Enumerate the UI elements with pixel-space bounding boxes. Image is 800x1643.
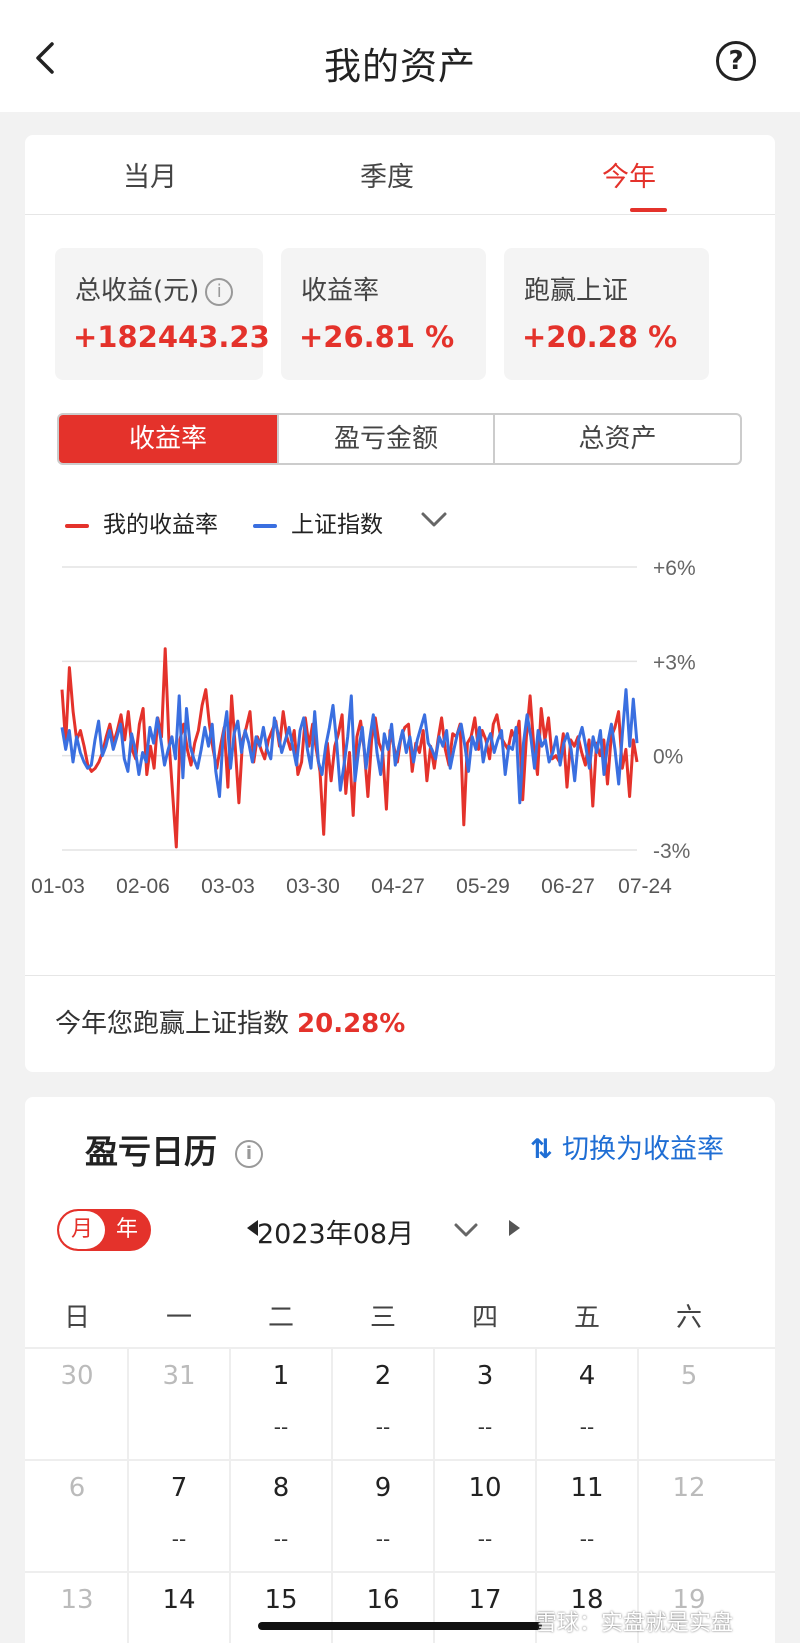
x-tick-label: 07-24 xyxy=(618,875,672,898)
calendar-title: 盈亏日历 xyxy=(85,1132,217,1171)
calendar-day[interactable]: 13 xyxy=(25,1585,129,1615)
calendar-day[interactable]: 9 xyxy=(331,1473,435,1503)
weekday-label: 二 xyxy=(267,1303,294,1333)
calendar-day[interactable]: 8 xyxy=(229,1473,333,1503)
swap-arrows-icon: ⇅ xyxy=(530,1134,563,1165)
weekday-label: 四 xyxy=(471,1303,498,1333)
chart-mode-segment: 收益率 盈亏金额 总资产 xyxy=(57,413,742,465)
y-tick-label: 0% xyxy=(653,746,683,769)
calendar-day[interactable]: 2 xyxy=(331,1361,435,1391)
watermark: 雪球：实盘就是实盘 xyxy=(535,1611,734,1636)
stat-label: 总收益(元) xyxy=(75,276,200,306)
beat-index-value: 20.28% xyxy=(297,1009,406,1039)
legend-mine: 我的收益率 xyxy=(65,505,218,539)
weekday-label: 三 xyxy=(369,1303,396,1333)
help-icon[interactable]: ? xyxy=(716,41,756,81)
info-icon[interactable]: i xyxy=(205,277,234,306)
stat-value: +26.81 % xyxy=(299,320,455,354)
calendar-day-value: -- xyxy=(375,1527,391,1551)
calendar-day[interactable]: 11 xyxy=(535,1473,639,1503)
next-month-icon[interactable] xyxy=(509,1220,520,1236)
x-tick-label: 03-30 xyxy=(286,875,340,898)
legend-line xyxy=(253,523,277,528)
profit-calendar-card: 盈亏日历 i ⇅ 切换为收益率 月 年 2023年08月 日一二三四五六 30 31… xyxy=(25,1097,775,1643)
x-tick-label: 05-29 xyxy=(456,875,510,898)
y-tick-label: -3% xyxy=(653,840,690,863)
calendar-day-value: -- xyxy=(375,1415,391,1439)
x-tick-label: 06-27 xyxy=(541,875,595,898)
segment-profit-amount[interactable]: 盈亏金额 xyxy=(279,415,493,463)
return-chart: +6% +3% 0% -3% 01-03 02-06 03-03 03-30 04-27 05-2… xyxy=(31,557,696,898)
calendar-day-value: -- xyxy=(171,1527,187,1551)
calendar-day[interactable]: 31 xyxy=(127,1361,231,1391)
x-tick-label: 03-03 xyxy=(201,875,255,898)
stat-total-profit: 总收益(元) i +182443.23 xyxy=(55,248,270,380)
stat-label: 跑赢上证 xyxy=(524,276,629,306)
legend-index: 上证指数 xyxy=(253,505,383,539)
calendar-day-value: -- xyxy=(579,1415,595,1439)
stat-beat-index: 跑赢上证 +20.28 % xyxy=(504,248,709,380)
active-tab-indicator xyxy=(630,208,667,212)
weekday-label: 一 xyxy=(165,1303,192,1333)
y-tick-label: +3% xyxy=(653,651,696,674)
calendar-day[interactable]: 10 xyxy=(433,1473,537,1503)
top-bar: 我的资产 ? xyxy=(0,0,800,112)
switch-to-rate-button[interactable]: ⇅ 切换为收益率 xyxy=(530,1127,724,1166)
info-icon[interactable]: i xyxy=(235,1139,263,1168)
calendar-day[interactable]: 30 xyxy=(25,1361,129,1391)
home-indicator xyxy=(258,1622,542,1630)
x-tick-label: 02-06 xyxy=(116,875,170,898)
calendar-day[interactable]: 12 xyxy=(637,1473,741,1503)
weekday-label: 日 xyxy=(63,1303,90,1333)
tab-quarter[interactable]: 季度 xyxy=(360,155,414,194)
y-tick-label: +6% xyxy=(653,557,696,580)
stat-label: 收益率 xyxy=(301,276,380,306)
stat-return-rate: 收益率 +26.81 % xyxy=(281,248,486,380)
calendar-day[interactable]: 1 xyxy=(229,1361,333,1391)
tab-year[interactable]: 今年 xyxy=(602,155,656,194)
page-title: 我的资产 xyxy=(324,45,476,88)
weekday-label: 六 xyxy=(675,1303,702,1333)
calendar-day[interactable]: 16 xyxy=(331,1585,435,1615)
calendar-day-value: -- xyxy=(273,1527,289,1551)
segment-return-rate[interactable]: 收益率 xyxy=(59,415,277,463)
calendar-day-value: -- xyxy=(477,1415,493,1439)
calendar-day-value: -- xyxy=(477,1527,493,1551)
calendar-day[interactable]: 4 xyxy=(535,1361,639,1391)
calendar-day-value: -- xyxy=(579,1527,595,1551)
calendar-day[interactable]: 5 xyxy=(637,1361,741,1391)
legend-line xyxy=(65,523,89,528)
x-tick-label: 01-03 xyxy=(31,875,85,898)
stat-value: +20.28 % xyxy=(522,320,678,354)
calendar-day-value: -- xyxy=(273,1415,289,1439)
period-tabs: 当月 季度 今年 xyxy=(25,135,775,215)
chevron-down-icon[interactable] xyxy=(451,1217,481,1243)
tab-month[interactable]: 当月 xyxy=(123,155,177,194)
toggle-month[interactable]: 月 xyxy=(59,1211,105,1249)
month-year-toggle[interactable]: 月 年 xyxy=(57,1209,151,1251)
month-selector[interactable]: 2023年08月 xyxy=(257,1212,414,1251)
calendar-day[interactable]: 3 xyxy=(433,1361,537,1391)
x-tick-label: 04-27 xyxy=(371,875,425,898)
segment-total-assets[interactable]: 总资产 xyxy=(495,415,740,463)
weekday-label: 五 xyxy=(573,1303,600,1333)
chevron-down-icon[interactable] xyxy=(417,505,451,535)
calendar-day[interactable]: 6 xyxy=(25,1473,129,1503)
stat-value: +182443.23 xyxy=(73,320,270,354)
calendar-day[interactable]: 7 xyxy=(127,1473,231,1503)
calendar-day[interactable]: 14 xyxy=(127,1585,231,1615)
asset-summary-card: 当月 季度 今年 总收益(元) i +182443.23 收益率 +26.81 %… xyxy=(25,135,775,1072)
calendar-day[interactable]: 15 xyxy=(229,1585,333,1615)
toggle-year[interactable]: 年 xyxy=(105,1211,149,1249)
calendar-day[interactable]: 17 xyxy=(433,1585,537,1615)
beat-index-summary: 今年您跑赢上证指数 20.28% xyxy=(55,1009,406,1039)
